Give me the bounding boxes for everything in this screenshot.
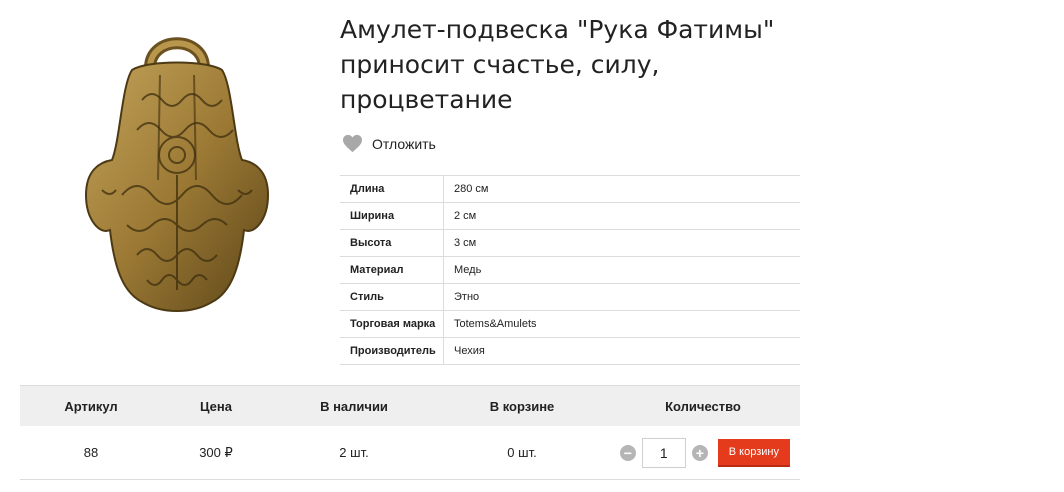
quantity-cell: − + В корзину (606, 426, 800, 480)
wishlist-label: Отложить (372, 135, 436, 152)
spec-row: Длина 280 см (340, 175, 800, 203)
spec-value: Этно (443, 283, 800, 311)
spec-value: 2 см (443, 202, 800, 230)
price-value: 300 ₽ (162, 426, 270, 480)
header-price: Цена (162, 385, 270, 426)
spec-key: Материал (340, 256, 444, 284)
spec-value: 3 см (443, 229, 800, 257)
spec-row: Стиль Этно (340, 283, 800, 311)
add-to-cart-button[interactable]: В корзину (717, 438, 790, 467)
header-in-stock: В наличии (270, 385, 438, 426)
in-cart-value: 0 шт. (438, 426, 606, 480)
header-quantity: Количество (606, 385, 800, 426)
quantity-stepper: − + В корзину (606, 437, 800, 468)
spec-key: Высота (340, 229, 444, 257)
quantity-input[interactable] (641, 437, 686, 468)
spec-row: Производитель Чехия (340, 337, 800, 365)
spec-row: Материал Медь (340, 256, 800, 284)
header-in-cart: В корзине (438, 385, 606, 426)
spec-row: Торговая марка Totems&Amulets (340, 310, 800, 338)
in-stock-value: 2 шт. (270, 426, 438, 480)
article-value: 88 (20, 426, 162, 480)
spec-value: Totems&Amulets (443, 310, 800, 338)
plus-circle-icon[interactable]: + (691, 444, 708, 461)
heart-icon (343, 134, 362, 153)
spec-value: Медь (443, 256, 800, 284)
specs-table: Длина 280 см Ширина 2 см Высота 3 см Мат… (340, 175, 800, 365)
spec-row: Высота 3 см (340, 229, 800, 257)
purchase-header-row: Артикул Цена В наличии В корзине Количес… (20, 385, 800, 426)
spec-key: Стиль (340, 283, 444, 311)
spec-key: Производитель (340, 337, 444, 365)
header-article: Артикул (20, 385, 162, 426)
spec-row: Ширина 2 см (340, 202, 800, 230)
spec-key: Ширина (340, 202, 444, 230)
minus-circle-icon[interactable]: − (619, 444, 636, 461)
purchase-table: Артикул Цена В наличии В корзине Количес… (20, 385, 800, 480)
product-image (84, 37, 270, 312)
page-title: Амулет-подвеска "Рука Фатимы" приносит с… (340, 15, 775, 114)
purchase-row: 88 300 ₽ 2 шт. 0 шт. − + В корзину (20, 426, 800, 480)
wishlist-button[interactable]: Отложить (342, 134, 436, 153)
spec-value: 280 см (443, 175, 800, 203)
spec-key: Длина (340, 175, 444, 203)
spec-key: Торговая марка (340, 310, 444, 338)
spec-value: Чехия (443, 337, 800, 365)
